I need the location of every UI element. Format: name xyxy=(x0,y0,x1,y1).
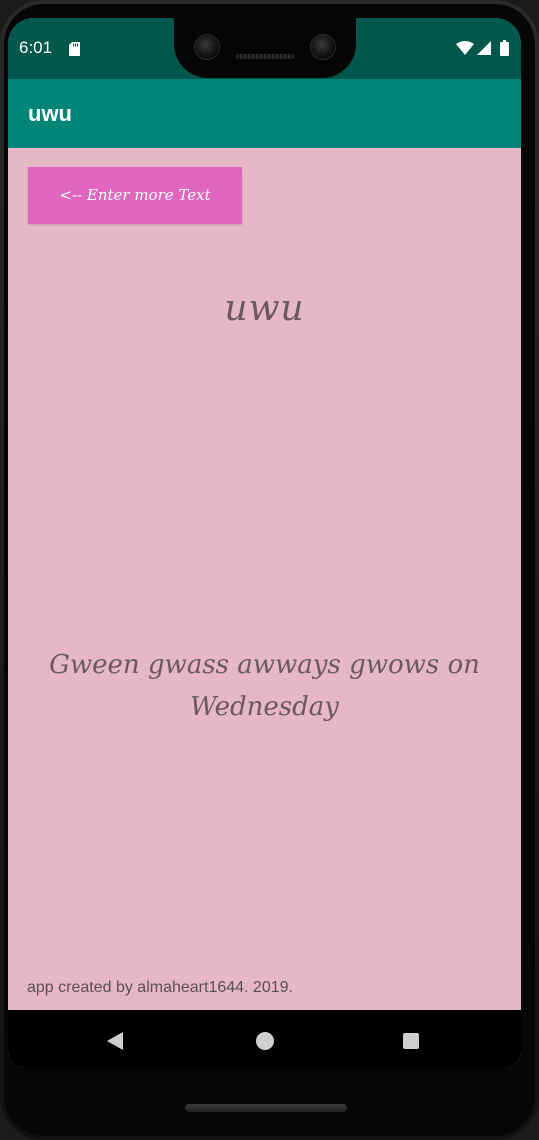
front-camera-right xyxy=(310,34,336,60)
sd-card-icon xyxy=(69,42,80,56)
battery-icon xyxy=(500,40,509,56)
front-camera-left xyxy=(194,34,220,60)
app-bar: uwu xyxy=(8,79,521,148)
screen: 6:01 uwu <-- Enter more Text uwu Gween g… xyxy=(8,18,521,1068)
status-bar: 6:01 xyxy=(8,18,521,79)
wifi-icon xyxy=(456,41,474,55)
phone-frame: 6:01 uwu <-- Enter more Text uwu Gween g… xyxy=(0,0,539,1140)
heading: uwu xyxy=(224,288,305,329)
credits-text: app created by almaheart1644. 2019. xyxy=(27,979,293,996)
signal-icon xyxy=(477,41,491,55)
back-icon[interactable] xyxy=(105,1031,125,1051)
camera-notch xyxy=(174,18,356,78)
status-time: 6:01 xyxy=(19,38,53,57)
navigation-bar xyxy=(8,1010,521,1068)
main-content: <-- Enter more Text uwu Gween gwass awwa… xyxy=(8,148,521,1010)
enter-more-text-button[interactable]: <-- Enter more Text xyxy=(28,167,242,224)
bottom-speaker-grille xyxy=(185,1104,347,1112)
earpiece-speaker xyxy=(236,54,294,59)
app-title: uwu xyxy=(28,101,72,126)
home-icon[interactable] xyxy=(256,1032,274,1050)
uwu-message: Gween gwass awways gwows on Wednesday xyxy=(49,650,480,722)
recents-icon[interactable] xyxy=(403,1033,419,1049)
